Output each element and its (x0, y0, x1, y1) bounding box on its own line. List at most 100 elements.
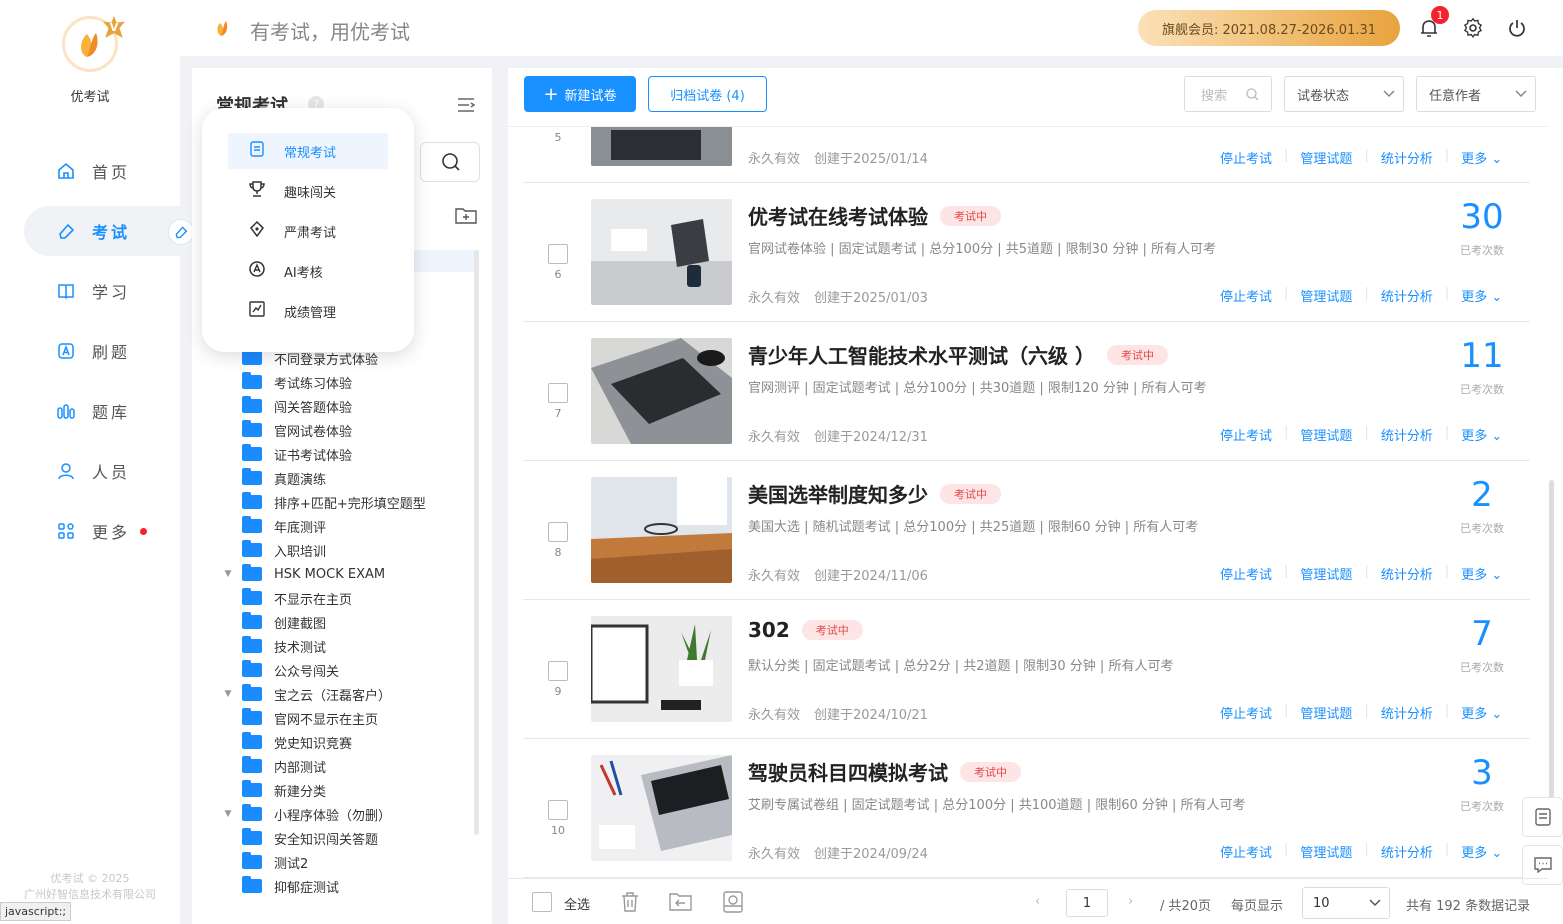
author-select[interactable]: 任意作者 (1416, 76, 1536, 112)
tree-item[interactable]: ▼ HSK MOCK EXAM (220, 562, 385, 586)
new-exam-button[interactable]: + 新建试卷 (524, 76, 636, 112)
exam-title[interactable]: 驾驶员科目四模拟考试 (748, 757, 948, 786)
nav-home[interactable]: 首页 (24, 146, 180, 196)
tree-item[interactable]: 公众号闯关 (220, 658, 339, 682)
statistics-link[interactable]: 统计分析 (1381, 842, 1433, 861)
row-checkbox[interactable] (548, 800, 568, 820)
exam-thumbnail[interactable] (591, 338, 732, 444)
manage-questions-link[interactable]: 管理试题 (1300, 286, 1352, 305)
chat-icon[interactable] (1522, 845, 1563, 885)
exam-thumbnail[interactable] (591, 127, 732, 166)
page-number-input[interactable]: 1 (1066, 889, 1108, 917)
tree-item[interactable]: 官网试卷体验 (220, 418, 352, 442)
manage-questions-link[interactable]: 管理试题 (1300, 148, 1352, 167)
search-icon[interactable] (441, 152, 461, 176)
exam-title[interactable]: 青少年人工智能技术水平测试（六级 ） (748, 340, 1095, 369)
exam-thumbnail[interactable] (591, 616, 732, 722)
row-checkbox[interactable] (548, 383, 568, 403)
stop-exam-link[interactable]: 停止考试 (1220, 148, 1272, 167)
tree-item[interactable]: 新建分类 (220, 778, 326, 802)
exam-thumbnail[interactable] (591, 755, 732, 861)
nav-more[interactable]: 更多 (24, 506, 180, 556)
move-folder-icon[interactable] (669, 892, 693, 916)
more-link[interactable]: 更多 ⌄ (1461, 842, 1502, 861)
more-link[interactable]: 更多 ⌄ (1461, 286, 1502, 305)
manage-questions-link[interactable]: 管理试题 (1300, 703, 1352, 722)
select-all-checkbox[interactable] (532, 892, 552, 912)
tree-item[interactable]: 党史知识竞赛 (220, 730, 352, 754)
power-icon[interactable] (1506, 17, 1528, 43)
exam-title[interactable]: 优考试在线考试体验 (748, 201, 928, 230)
popup-item-ai-assessment[interactable]: AI考核 (228, 253, 388, 289)
row-checkbox[interactable] (548, 661, 568, 681)
popup-item-score-management[interactable]: 成绩管理 (228, 293, 388, 329)
exam-title[interactable]: 302 (748, 618, 790, 642)
expand-arrow-icon[interactable]: ▼ (220, 689, 236, 699)
archived-exams-button[interactable]: 归档试卷 (4) (648, 76, 767, 112)
row-checkbox[interactable] (548, 244, 568, 264)
tree-item[interactable]: 真题演练 (220, 466, 326, 490)
trash-icon[interactable] (620, 891, 640, 917)
stop-exam-link[interactable]: 停止考试 (1220, 564, 1272, 583)
next-page-icon[interactable]: › (1128, 894, 1133, 909)
popup-item-fun-challenge[interactable]: 趣味闯关 (228, 173, 388, 209)
tree-item[interactable]: ▼ 小程序体验（勿删） (220, 802, 391, 826)
exam-search-input[interactable]: 搜索 (1184, 76, 1272, 112)
statistics-link[interactable]: 统计分析 (1381, 703, 1433, 722)
more-link[interactable]: 更多 ⌄ (1461, 564, 1502, 583)
tree-item[interactable]: 安全知识闯关答题 (220, 826, 378, 850)
stop-exam-link[interactable]: 停止考试 (1220, 842, 1272, 861)
tree-item[interactable]: 入职培训 (220, 538, 326, 562)
tree-scrollbar[interactable] (474, 250, 479, 835)
tree-item[interactable]: 官网不显示在主页 (220, 706, 378, 730)
tree-item[interactable]: 不显示在主页 (220, 586, 352, 610)
tree-item[interactable]: 技术测试 (220, 634, 326, 658)
tree-item[interactable]: 闯关答题体验 (220, 394, 352, 418)
nav-people[interactable]: 人员 (24, 446, 180, 496)
stop-exam-link[interactable]: 停止考试 (1220, 425, 1272, 444)
stop-exam-link[interactable]: 停止考试 (1220, 703, 1272, 722)
tree-item[interactable]: 内部测试 (220, 754, 326, 778)
nav-exam[interactable]: 考试 (24, 206, 180, 256)
exam-thumbnail[interactable] (591, 199, 732, 305)
tree-item[interactable]: 排序+匹配+完形填空题型 (220, 490, 426, 514)
collapse-menu-icon[interactable] (456, 96, 476, 118)
stop-exam-link[interactable]: 停止考试 (1220, 286, 1272, 305)
nav-study[interactable]: 学习 (24, 266, 180, 316)
document-icon[interactable] (1522, 797, 1563, 837)
more-link[interactable]: 更多 ⌄ (1461, 703, 1502, 722)
gear-icon[interactable] (1462, 17, 1484, 43)
tree-item[interactable]: ▼ 宝之云（汪磊客户） (220, 682, 391, 706)
prev-page-icon[interactable]: ‹ (1035, 894, 1040, 909)
statistics-link[interactable]: 统计分析 (1381, 286, 1433, 305)
tree-item[interactable]: 测试2 (220, 850, 308, 874)
tree-item[interactable]: 证书考试体验 (220, 442, 352, 466)
manage-questions-link[interactable]: 管理试题 (1300, 564, 1352, 583)
tree-item[interactable]: 创建截图 (220, 610, 326, 634)
page-size-select[interactable]: 10 (1302, 887, 1390, 919)
expand-arrow-icon[interactable]: ▼ (220, 569, 236, 579)
statistics-link[interactable]: 统计分析 (1381, 564, 1433, 583)
statistics-link[interactable]: 统计分析 (1381, 425, 1433, 444)
tree-item[interactable]: 考试练习体验 (220, 370, 352, 394)
list-scrollbar[interactable] (1549, 480, 1554, 800)
manage-questions-link[interactable]: 管理试题 (1300, 842, 1352, 861)
tree-item[interactable]: 年底测评 (220, 514, 326, 538)
exam-thumbnail[interactable] (591, 477, 732, 583)
expand-arrow-icon[interactable]: ▼ (220, 809, 236, 819)
nav-practice[interactable]: 刷题 (24, 326, 180, 376)
add-folder-icon[interactable] (455, 206, 477, 228)
more-link[interactable]: 更多 ⌄ (1461, 148, 1502, 167)
exam-title[interactable]: 美国选举制度知多少 (748, 479, 928, 508)
more-link[interactable]: 更多 ⌄ (1461, 425, 1502, 444)
status-select[interactable]: 试卷状态 (1284, 76, 1404, 112)
nav-question-bank[interactable]: 题库 (24, 386, 180, 436)
membership-badge[interactable]: 旗舰会员: 2021.08.27-2026.01.31 (1138, 10, 1400, 46)
eraser-icon[interactable] (168, 219, 194, 245)
manage-questions-link[interactable]: 管理试题 (1300, 425, 1352, 444)
tree-item[interactable]: 抑郁症测试 (220, 874, 339, 898)
popup-item-regular-exam[interactable]: 常规考试 (228, 133, 388, 169)
row-checkbox[interactable] (548, 522, 568, 542)
statistics-link[interactable]: 统计分析 (1381, 148, 1433, 167)
popup-item-serious-exam[interactable]: 严肃考试 (228, 213, 388, 249)
